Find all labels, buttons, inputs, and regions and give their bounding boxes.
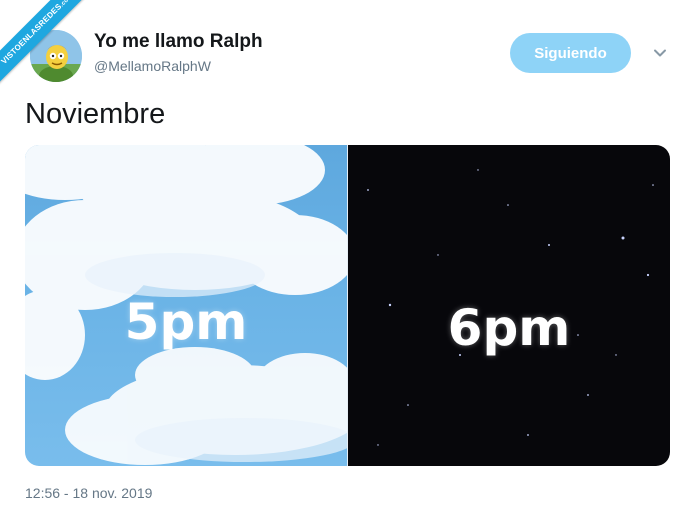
watermark-suffix: .com [59, 0, 74, 9]
tweet-media[interactable]: 5pm 6pm [25, 145, 670, 466]
media-panel-day[interactable]: 5pm [25, 145, 347, 466]
media-label-6pm: 6pm [447, 299, 571, 357]
author-handle[interactable]: @MellamoRalphW [94, 58, 211, 74]
author-name[interactable]: Yo me llamo Ralph [94, 31, 263, 53]
tweet-timestamp[interactable]: 12:56 - 18 nov. 2019 [25, 485, 152, 501]
media-panel-night[interactable]: 6pm [348, 145, 670, 466]
following-button[interactable]: Siguiendo [510, 33, 631, 73]
media-label-5pm: 5pm [124, 293, 248, 351]
tweet-text: Noviembre [25, 98, 166, 130]
tweet-menu-button[interactable] [651, 44, 669, 62]
chevron-down-icon [654, 49, 666, 57]
tweet-card: VISTOENLASREDES.com Yo me llamo Ralph @M… [0, 0, 700, 518]
